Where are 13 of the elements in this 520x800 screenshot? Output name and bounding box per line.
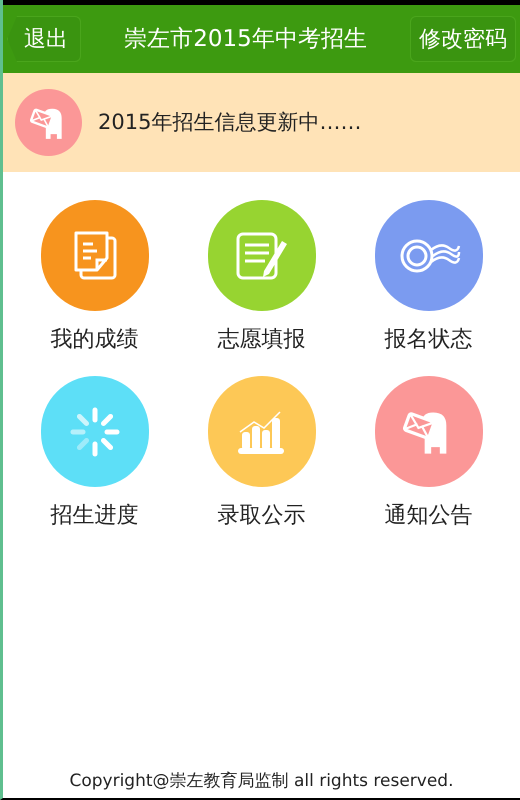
tile-label: 志愿填报: [218, 326, 306, 354]
notepad-pencil-icon: [234, 230, 290, 280]
copyright-text: Copyright@崇左教育局监制 all rights reserved.: [68, 770, 455, 792]
header-title: 崇左市2015年中考招生: [124, 24, 367, 54]
tile-label: 我的成绩: [50, 326, 138, 354]
loading-spinner-icon: [68, 406, 120, 458]
tile-label: 录取公示: [218, 502, 306, 530]
back-button[interactable]: 退出: [7, 16, 81, 62]
tile-label: 通知公告: [384, 502, 472, 530]
change-password-button[interactable]: 修改密码: [410, 16, 516, 62]
notice-text: 2015年招生信息更新中……: [98, 108, 362, 136]
tile-label: 报名状态: [384, 326, 472, 354]
tile-label: 招生进度: [50, 502, 138, 530]
